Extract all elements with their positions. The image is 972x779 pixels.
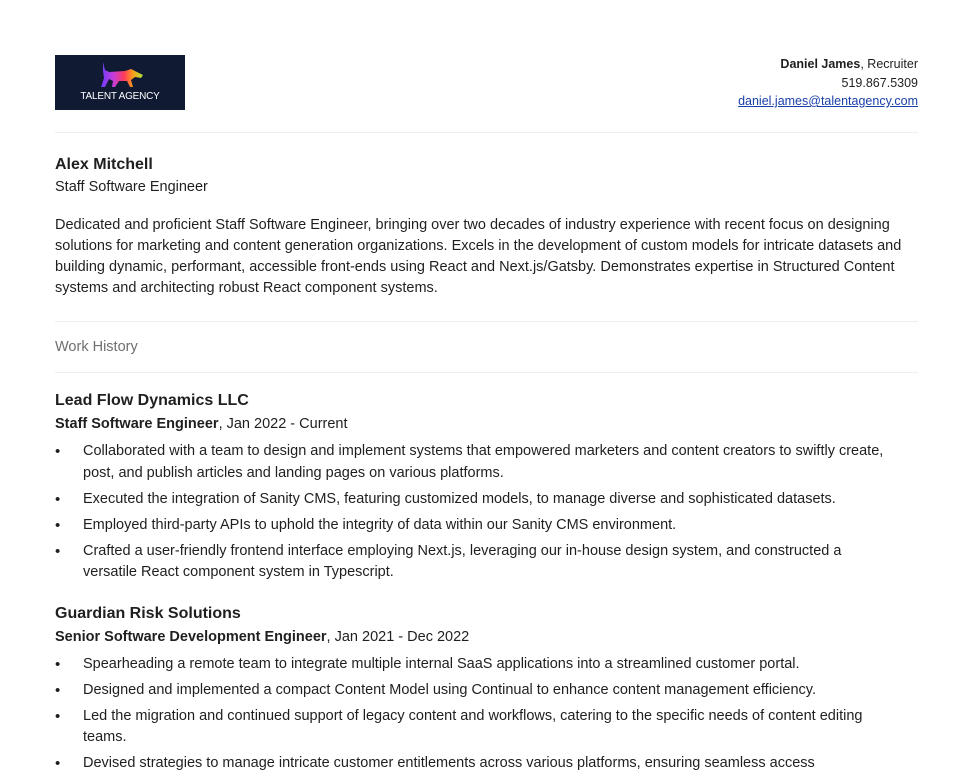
logo-text: TALENT AGENCY — [80, 91, 160, 102]
company-name: Lead Flow Dynamics LLC — [55, 392, 249, 409]
recruiter-line: Daniel James, Recruiter — [738, 55, 918, 74]
bullet-item: Led the migration and continued support … — [55, 706, 898, 749]
job-dates: , Jan 2022 - Current — [218, 416, 348, 432]
bullet-item: Executed the integration of Sanity CMS, … — [55, 489, 898, 511]
job-entry: Guardian Risk Solutions Senior Software … — [55, 604, 918, 775]
bullet-item: Crafted a user-friendly frontend interfa… — [55, 541, 898, 584]
recruiter-email-link[interactable]: daniel.james@talentagency.com — [738, 94, 918, 108]
job-bullets: Collaborated with a team to design and i… — [55, 441, 918, 584]
job-role: Staff Software Engineer — [55, 416, 219, 432]
job-bullets: Spearheading a remote team to integrate … — [55, 654, 918, 775]
job-entry: Lead Flow Dynamics LLC Staff Software En… — [55, 391, 918, 584]
recruiter-contact: Daniel James, Recruiter 519.867.5309 dan… — [738, 55, 918, 111]
candidate-name: Alex Mitchell — [55, 156, 153, 173]
agency-logo: TALENT AGENCY — [55, 55, 185, 110]
recruiter-name: Daniel James — [780, 57, 861, 71]
bullet-item: Employed third-party APIs to uphold the … — [55, 515, 898, 537]
resume-page: TALENT AGENCY Daniel James, Recruiter 51… — [55, 55, 918, 779]
job-role: Senior Software Development Engineer — [55, 628, 327, 645]
role-line: Staff Software Engineer, Jan 2022 - Curr… — [55, 414, 918, 434]
bullet-item: Devised strategies to manage intricate c… — [55, 753, 898, 775]
recruiter-role: , Recruiter — [860, 57, 918, 71]
candidate-title: Staff Software Engineer — [55, 179, 208, 195]
bullet-item: Spearheading a remote team to integrate … — [55, 654, 898, 676]
section-divider — [55, 372, 918, 373]
role-line: Senior Software Development Engineer, Ja… — [55, 627, 918, 647]
candidate-summary: Dedicated and proficient Staff Software … — [55, 217, 902, 296]
recruiter-phone: 519.867.5309 — [841, 75, 918, 90]
header-divider — [55, 132, 918, 133]
company-name: Guardian Risk Solutions — [55, 604, 241, 622]
bullet-item: Designed and implemented a compact Conte… — [55, 680, 898, 702]
job-dates: , Jan 2021 - Dec 2022 — [326, 628, 470, 645]
work-history-heading: Work History — [55, 339, 138, 355]
bullet-item: Collaborated with a team to design and i… — [55, 441, 898, 484]
resume-header: TALENT AGENCY Daniel James, Recruiter 51… — [55, 55, 918, 115]
dog-icon — [101, 62, 143, 87]
